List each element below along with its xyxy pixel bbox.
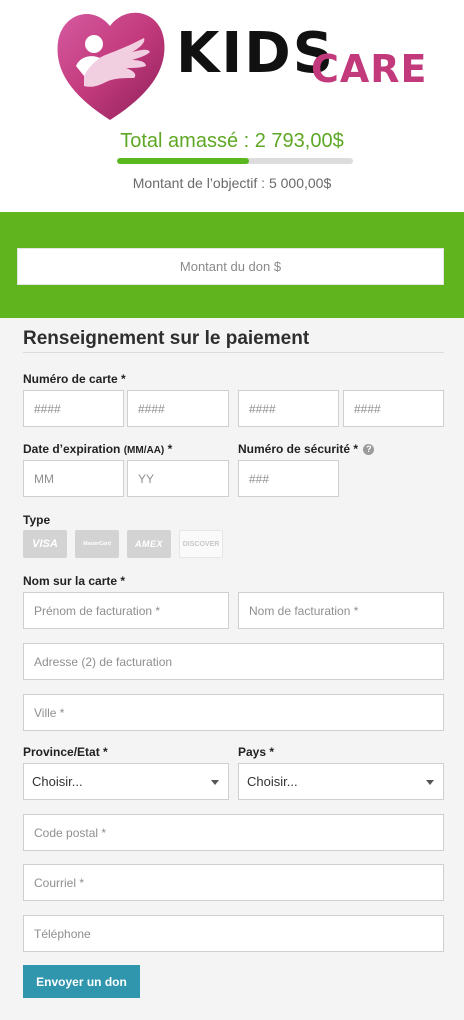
- province-select[interactable]: Choisir...: [23, 763, 229, 800]
- amex-card-icon[interactable]: AMEX: [127, 530, 171, 558]
- name-on-card-label: Nom sur la carte *: [23, 574, 126, 588]
- header: KIDS CARE Total amassé : 2 793,00$ Monta…: [0, 0, 464, 212]
- total-raised: Total amassé : 2 793,00$: [120, 130, 344, 152]
- city-field[interactable]: [23, 694, 444, 731]
- security-code-label-text: Numéro de sécurité *: [238, 442, 359, 456]
- billing-last-name-field[interactable]: [238, 592, 444, 629]
- section-title: Renseignement sur le paiement: [23, 328, 310, 349]
- fundraising-progress-bar: [117, 158, 353, 164]
- card-number-field-4[interactable]: [343, 390, 444, 427]
- country-select[interactable]: Choisir...: [238, 763, 444, 800]
- country-label: Pays *: [238, 745, 275, 759]
- security-code-label: Numéro de sécurité * ?: [238, 442, 375, 456]
- country-selected-value: Choisir...: [247, 774, 298, 789]
- chevron-down-icon: [426, 780, 434, 785]
- card-type-label: Type: [23, 513, 51, 527]
- discover-card-icon[interactable]: DISCOVER: [179, 530, 223, 558]
- payment-form: Renseignement sur le paiement Numéro de …: [0, 318, 464, 1020]
- visa-card-icon[interactable]: VISA: [23, 530, 67, 558]
- email-field[interactable]: [23, 864, 444, 901]
- mastercard-card-icon[interactable]: MasterCard: [75, 530, 119, 558]
- heart-hand-logo-icon: [57, 12, 165, 120]
- help-icon[interactable]: ?: [363, 444, 375, 456]
- kidscare-logo[interactable]: KIDS CARE: [54, 2, 427, 122]
- billing-address2-field[interactable]: [23, 643, 444, 680]
- billing-first-name-field[interactable]: [23, 592, 229, 629]
- postal-code-field[interactable]: [23, 814, 444, 851]
- donation-amount-input[interactable]: [17, 248, 444, 285]
- card-number-field-3[interactable]: [238, 390, 339, 427]
- goal-amount: Montant de l’objectif : 5 000,00$: [132, 175, 332, 191]
- submit-donation-button[interactable]: Envoyer un don: [23, 965, 140, 998]
- donation-amount-band: [0, 212, 464, 318]
- expiry-format: (MM/AA): [123, 445, 165, 456]
- card-number-field-2[interactable]: [127, 390, 229, 427]
- expiry-label: Date d’expiration (MM/AA) *: [23, 442, 172, 456]
- province-selected-value: Choisir...: [32, 774, 83, 789]
- expiry-year-field[interactable]: [127, 460, 229, 497]
- card-number-label: Numéro de carte *: [23, 372, 126, 386]
- logo-wordmark-care: CARE: [311, 47, 428, 91]
- progress-fill: [117, 158, 249, 164]
- expiry-month-field[interactable]: [23, 460, 124, 497]
- expiry-label-text: Date d’expiration: [23, 442, 121, 456]
- card-number-field-1[interactable]: [23, 390, 124, 427]
- security-code-field[interactable]: [238, 460, 339, 497]
- chevron-down-icon: [211, 780, 219, 785]
- section-divider: [23, 352, 444, 353]
- province-label: Province/Etat *: [23, 745, 108, 759]
- phone-field[interactable]: [23, 915, 444, 952]
- expiry-required: *: [164, 442, 173, 456]
